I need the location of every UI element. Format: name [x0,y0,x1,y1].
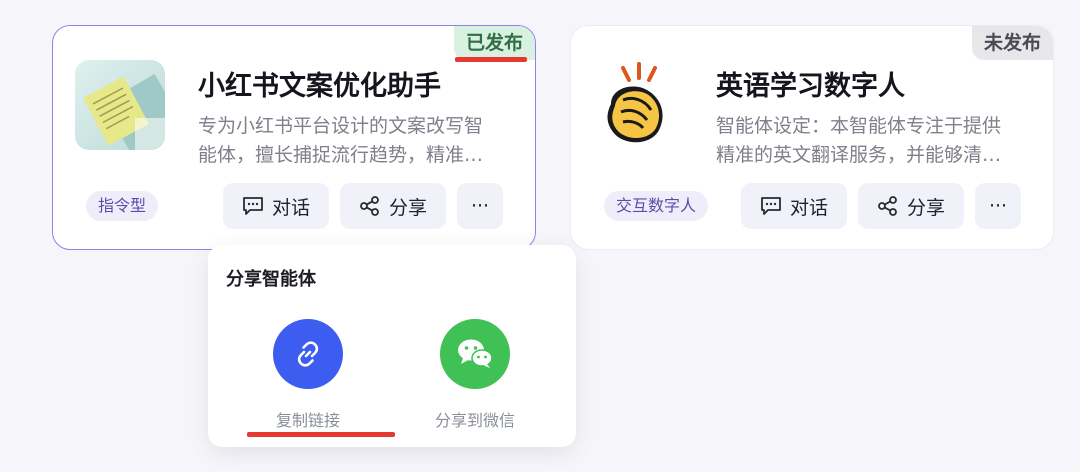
copy-link-option[interactable]: 复制链接 [248,319,368,431]
share-wechat-label: 分享到微信 [434,411,515,430]
agent-avatar-clapping-hands [593,60,683,150]
more-dots-icon: ··· [470,195,490,217]
chat-button-label: 对话 [271,196,310,219]
agent-description-line: 能体，擅长捕捉流行趋势，精准… [198,144,484,166]
link-icon [297,341,319,367]
more-options-button[interactable]: ··· [975,183,1021,229]
agent-description-line: 专为小红书平台设计的文案改写智 [198,115,484,137]
agent-title: 小红书文案优化助手 [198,71,441,102]
copy-link-button[interactable] [273,319,343,389]
share-wechat-option[interactable]: 分享到微信 [415,319,535,431]
agent-avatar-notepad [75,60,165,150]
share-button-label: 分享 [388,196,427,219]
share-icon [360,196,379,216]
agent-description: 智能体设定：本智能体专注于提供 精准的英文翻译服务，并能够清… [716,112,1021,170]
agent-description-line: 智能体设定：本智能体专注于提供 [716,115,1002,137]
copy-link-label: 复制链接 [275,411,340,430]
agent-type-tag: 交互数字人 [604,191,709,221]
agent-description: 专为小红书平台设计的文案改写智 能体，擅长捕捉流行趋势，精准… [198,112,503,170]
chat-icon [761,197,781,215]
chat-button-label: 对话 [789,196,828,219]
agent-description-line: 精准的英文翻译服务，并能够清… [716,144,1002,166]
wechat-icon [458,339,493,368]
chat-icon [243,197,263,215]
share-button[interactable]: 分享 [340,183,446,229]
more-dots-icon: ··· [988,195,1008,217]
share-button-label: 分享 [906,196,945,219]
agent-title: 英语学习数字人 [716,71,905,102]
status-badge-unpublished: 未发布 [971,26,1053,60]
share-popover: 分享智能体 复制链接 分享到微信 [208,245,576,447]
agent-type-tag: 指令型 [86,191,159,221]
clapping-hands-icon [607,62,663,143]
highlight-underline-badge [455,57,527,62]
more-options-button[interactable]: ··· [457,183,503,229]
chat-button[interactable]: 对话 [223,183,329,229]
notepad-illustration-icon [75,60,165,150]
share-button[interactable]: 分享 [858,183,964,229]
chat-button[interactable]: 对话 [741,183,847,229]
highlight-underline-copy-link [247,432,395,437]
status-badge-published: 已发布 [453,26,535,60]
share-icon [878,196,897,216]
popover-title: 分享智能体 [226,269,316,290]
agent-card-english[interactable]: 未发布 英语学习数字人 智能体设定：本智能体专注于提供 精准的英文翻译服务，并能… [570,25,1054,250]
share-wechat-button[interactable] [440,319,510,389]
